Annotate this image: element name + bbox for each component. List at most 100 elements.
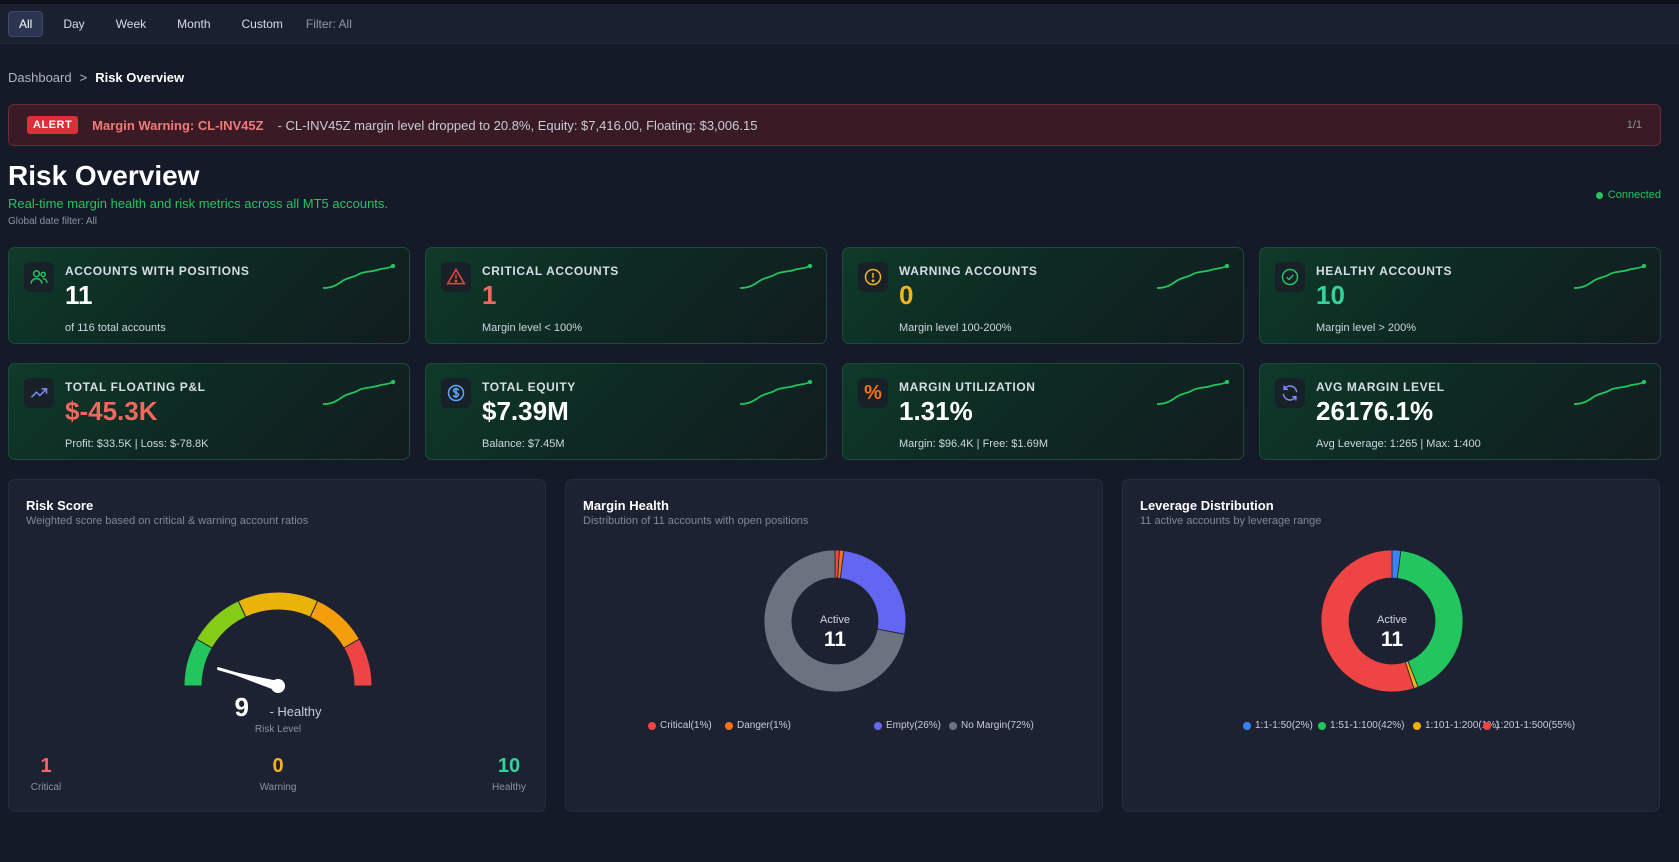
connection-status-label: Connected [1607, 189, 1661, 201]
leverage-distribution-panel: Leverage Distribution 11 active accounts… [1122, 479, 1660, 812]
legend-item-empty[interactable]: Empty(26%) [874, 720, 941, 731]
legend-label: 1:201-1:500(55%) [1495, 720, 1576, 731]
sparkline [1573, 264, 1647, 289]
card-label: Total Equity [482, 380, 576, 394]
card-value: 26176.1% [1316, 396, 1434, 426]
percent-icon: % [858, 378, 888, 408]
card-subtext: of 116 total accounts [65, 322, 166, 334]
alert-title: Margin Warning: CL-INV45Z [92, 117, 264, 133]
risk-score-status: - Healthy [269, 704, 322, 719]
legend-label: 1:51-1:100(42%) [1330, 720, 1405, 731]
breadcrumb: Dashboard > Risk Overview [8, 70, 184, 85]
stat-healthy-label: Healthy [492, 782, 526, 793]
filter-button-month[interactable]: Month [166, 11, 221, 37]
margin-alert-banner[interactable]: ALERT Margin Warning: CL-INV45Z - CL-INV… [8, 104, 1661, 146]
stat-warning: 0 Warning [253, 755, 303, 793]
refresh-icon [1275, 378, 1305, 408]
card-label: Healthy Accounts [1316, 264, 1453, 278]
gauge-segment-high [343, 638, 373, 687]
stat-healthy: 10 Healthy [485, 755, 533, 793]
donut-center-label: Active [1377, 614, 1407, 626]
card-subtext: Balance: $7.45M [482, 438, 565, 450]
filter-button-week[interactable]: Week [105, 11, 157, 37]
sparkline [322, 380, 396, 405]
risk-score-panel: Risk Score Weighted score based on criti… [8, 479, 546, 812]
card-total-floating-pnl[interactable]: Total Floating P&L $-45.3K Profit: $33.5… [8, 363, 410, 460]
card-label: Avg Margin Level [1316, 380, 1445, 394]
panel-subtitle: 11 active accounts by leverage range [1140, 515, 1322, 527]
filter-button-custom[interactable]: Custom [231, 11, 294, 37]
breadcrumb-current: Risk Overview [95, 70, 185, 85]
legend-item-no-margin[interactable]: No Margin(72%) [949, 720, 1034, 731]
risk-level-label: Risk Level [254, 724, 302, 735]
stat-critical-value: 1 [40, 755, 52, 777]
stat-critical: 1 Critical [26, 755, 66, 793]
card-accounts-with-positions[interactable]: Accounts with Positions 11 of 116 total … [8, 247, 410, 344]
legend-item-51-100[interactable]: 1:51-1:100(42%) [1318, 720, 1405, 731]
legend-label: Empty(26%) [886, 720, 942, 731]
card-warning-accounts[interactable]: Warning Accounts 0 Margin level 100-200% [842, 247, 1244, 344]
card-value: 11 [65, 280, 93, 310]
panel-title: Margin Health [583, 498, 669, 513]
legend-label: Critical(1%) [660, 720, 712, 731]
gauge-hub [271, 679, 285, 693]
card-value: 1.31% [899, 396, 973, 426]
sparkline [739, 380, 813, 405]
panel-subtitle: Weighted score based on critical & warni… [26, 515, 309, 527]
sparkline [739, 264, 813, 289]
card-subtext: Avg Leverage: 1:265 | Max: 1:400 [1316, 438, 1481, 450]
users-icon [24, 262, 54, 292]
legend-item-critical[interactable]: Critical(1%) [648, 720, 712, 731]
global-date-filter: Global date filter: All [8, 216, 97, 227]
legend-swatch [725, 721, 733, 730]
legend-label: No Margin(72%) [961, 720, 1034, 731]
card-total-equity[interactable]: Total Equity $7.39M Balance: $7.45M [425, 363, 827, 460]
legend-swatch [648, 721, 656, 730]
legend-swatch [1483, 721, 1491, 730]
stat-critical-label: Critical [30, 782, 62, 793]
card-label: Critical Accounts [482, 264, 619, 278]
status-dot-icon [1595, 191, 1603, 199]
risk-score-value: 9 [234, 692, 249, 722]
sparkline [322, 264, 396, 289]
filter-button-day[interactable]: Day [52, 11, 95, 37]
panel-subtitle: Distribution of 11 accounts with open po… [583, 515, 809, 527]
trending-up-icon [24, 378, 54, 408]
card-value: 10 [1316, 280, 1345, 310]
date-filter-bar: All Day Week Month Custom Filter: All [0, 4, 1679, 44]
margin-health-panel: Margin Health Distribution of 11 account… [565, 479, 1103, 812]
card-critical-accounts[interactable]: Critical Accounts 1 Margin level < 100% [425, 247, 827, 344]
card-margin-utilization[interactable]: % Margin Utilization 1.31% Margin: $96.4… [842, 363, 1244, 460]
page-title: Risk Overview [8, 160, 200, 191]
sparkline [1573, 380, 1647, 405]
breadcrumb-dashboard-link[interactable]: Dashboard [8, 70, 72, 85]
card-label: Total Floating P&L [65, 380, 206, 394]
gauge-segment-mild [195, 600, 247, 649]
card-subtext: Margin level > 200% [1316, 322, 1416, 334]
sparkline [1156, 380, 1230, 405]
legend-label: 1:1-1:50(2%) [1255, 720, 1313, 731]
page-subtitle: Real-time margin health and risk metrics… [8, 196, 389, 211]
dollar-icon [441, 378, 471, 408]
legend-swatch [1243, 721, 1251, 730]
card-avg-margin-level[interactable]: Avg Margin Level 26176.1% Avg Leverage: … [1259, 363, 1661, 460]
risk-score-readout: 9 - Healthy [9, 692, 547, 723]
legend-item-201-500[interactable]: 1:201-1:500(55%) [1483, 720, 1575, 731]
filter-status-label: Filter: All [305, 16, 352, 31]
check-circle-icon [1275, 262, 1305, 292]
panel-title: Risk Score [26, 498, 94, 513]
gauge-segment-moderate [237, 591, 319, 618]
stat-healthy-value: 10 [497, 755, 521, 777]
legend-item-1-50[interactable]: 1:1-1:50(2%) [1243, 720, 1313, 731]
breadcrumb-separator: > [79, 70, 88, 85]
alert-circle-icon [858, 262, 888, 292]
card-healthy-accounts[interactable]: Healthy Accounts 10 Margin level > 200% [1259, 247, 1661, 344]
filter-button-all[interactable]: All [8, 10, 44, 37]
card-value: $-45.3K [65, 396, 158, 426]
card-value: 1 [482, 280, 497, 310]
donut-center-label: Active [820, 614, 850, 626]
legend-item-danger[interactable]: Danger(1%) [725, 720, 791, 731]
card-subtext: Profit: $33.5K | Loss: $-78.8K [65, 438, 209, 450]
alert-counter: 1/1 [1626, 119, 1642, 131]
alert-triangle-icon [441, 262, 471, 292]
